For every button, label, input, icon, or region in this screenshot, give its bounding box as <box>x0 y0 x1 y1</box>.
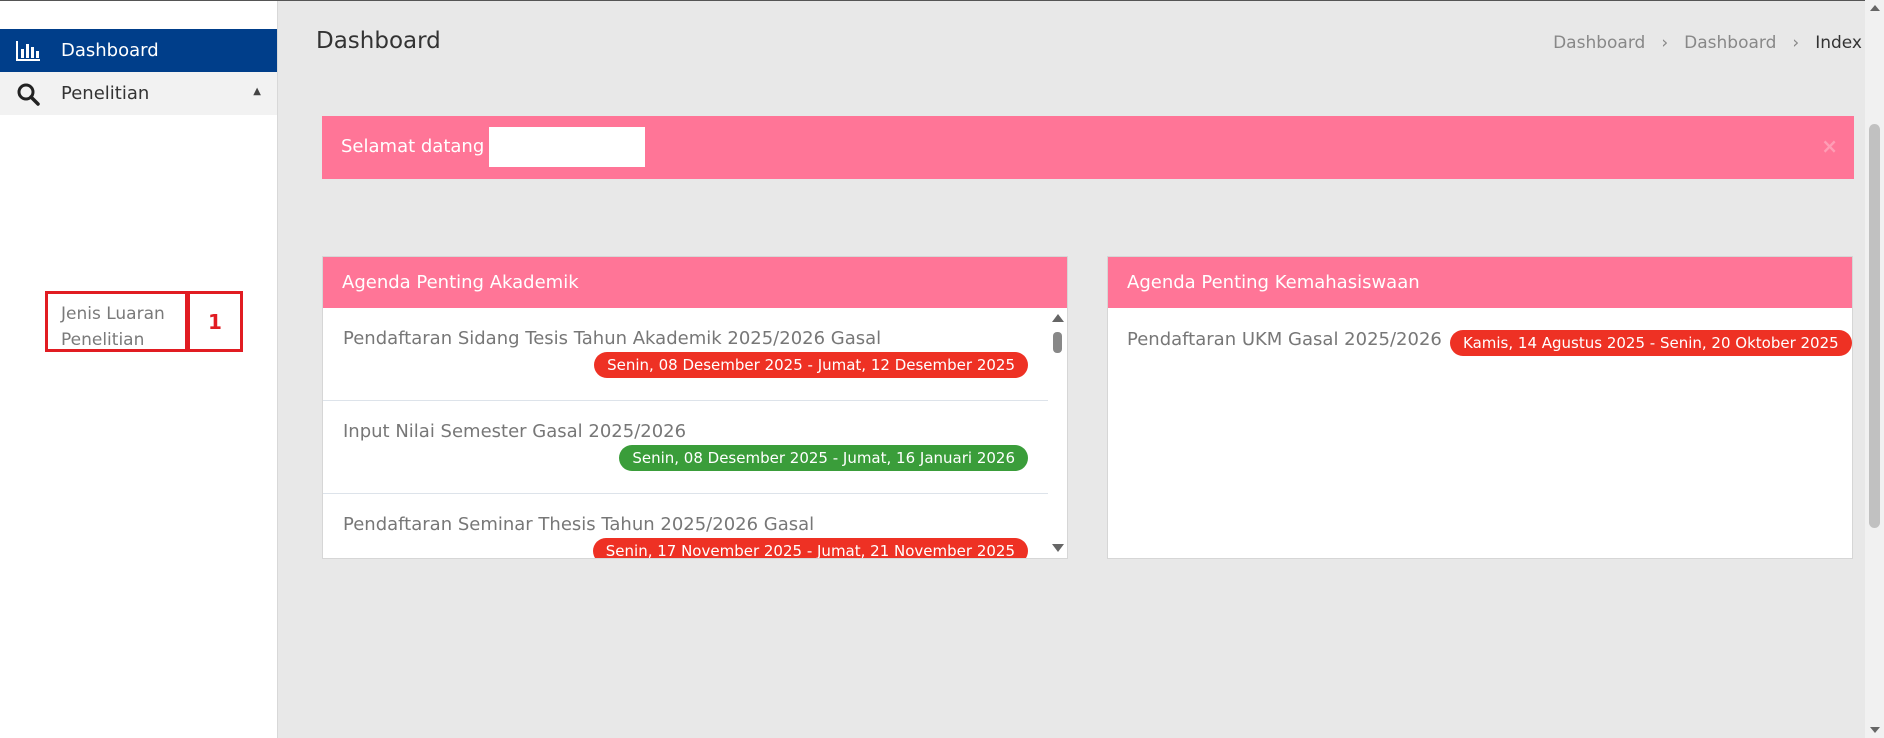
date-badge: Kamis, 14 Agustus 2025 - Senin, 20 Oktob… <box>1450 330 1852 356</box>
close-icon[interactable]: × <box>1821 134 1838 158</box>
page-scrollbar[interactable] <box>1865 0 1884 738</box>
date-badge: Senin, 08 Desember 2025 - Jumat, 16 Janu… <box>619 445 1028 471</box>
submenu-item-jenis-luaran-penelitian[interactable]: Jenis Luaran Penelitian <box>61 301 191 353</box>
sidebar-item-label: Penelitian <box>61 83 150 104</box>
sidebar-item-label: Dashboard <box>61 40 159 61</box>
scroll-thumb[interactable] <box>1053 332 1062 353</box>
date-badge: Senin, 17 November 2025 - Jumat, 21 Nove… <box>592 538 1028 558</box>
scroll-up-icon[interactable] <box>1870 5 1880 11</box>
agenda-list: Pendaftaran Sidang Tesis Tahun Akademik … <box>323 308 1048 558</box>
agenda-title: Pendaftaran Seminar Thesis Tahun 2025/20… <box>343 514 815 535</box>
window-top-border <box>0 0 1884 1</box>
page-title: Dashboard <box>316 28 441 54</box>
chevron-right-icon: › <box>1661 33 1669 53</box>
welcome-alert: Selamat datang × <box>322 116 1854 179</box>
scroll-up-icon[interactable] <box>1052 314 1064 322</box>
sidebar-item-penelitian[interactable]: Penelitian ▲ <box>0 72 277 115</box>
welcome-text: Selamat datang <box>341 136 485 157</box>
list-item: Input Nilai Semester Gasal 2025/2026 Sen… <box>323 401 1048 494</box>
sidebar: Dashboard Penelitian ▲ Jenis Luaran Pene… <box>0 1 278 738</box>
breadcrumb-current: Index <box>1815 33 1862 53</box>
breadcrumb: Dashboard › Dashboard › Index <box>1553 33 1862 53</box>
card-header: Agenda Penting Akademik <box>323 257 1067 308</box>
bar-chart-icon <box>14 37 42 65</box>
agenda-scrollbar[interactable] <box>1047 308 1067 558</box>
user-name-redacted <box>489 127 645 167</box>
breadcrumb-item[interactable]: Dashboard <box>1684 33 1776 53</box>
card-title: Agenda Penting Akademik <box>342 272 579 293</box>
breadcrumb-item[interactable]: Dashboard <box>1553 33 1645 53</box>
agenda-title: Pendaftaran UKM Gasal 2025/2026 <box>1127 329 1442 350</box>
agenda-kemahasiswaan-card: Agenda Penting Kemahasiswaan Pendaftaran… <box>1107 256 1853 559</box>
chevron-right-icon: › <box>1792 33 1800 53</box>
sidebar-item-dashboard[interactable]: Dashboard <box>0 29 277 72</box>
agenda-list: Pendaftaran UKM Gasal 2025/2026 Kamis, 1… <box>1108 308 1852 558</box>
date-badge: Senin, 08 Desember 2025 - Jumat, 12 Dese… <box>594 352 1028 378</box>
scroll-thumb[interactable] <box>1869 124 1880 528</box>
annotation-badge: 1 <box>187 291 243 352</box>
agenda-akademik-card: Agenda Penting Akademik Pendaftaran Sida… <box>322 256 1068 559</box>
agenda-title: Pendaftaran Sidang Tesis Tahun Akademik … <box>343 328 882 349</box>
agenda-title: Input Nilai Semester Gasal 2025/2026 <box>343 421 687 442</box>
list-item: Pendaftaran Sidang Tesis Tahun Akademik … <box>323 308 1048 401</box>
search-icon <box>14 80 42 108</box>
scroll-down-icon[interactable] <box>1052 544 1064 552</box>
caret-up-icon[interactable]: ▲ <box>253 86 261 97</box>
scroll-down-icon[interactable] <box>1870 727 1880 733</box>
card-title: Agenda Penting Kemahasiswaan <box>1127 272 1420 293</box>
list-item: Pendaftaran Seminar Thesis Tahun 2025/20… <box>323 494 1048 558</box>
card-header: Agenda Penting Kemahasiswaan <box>1108 257 1852 308</box>
